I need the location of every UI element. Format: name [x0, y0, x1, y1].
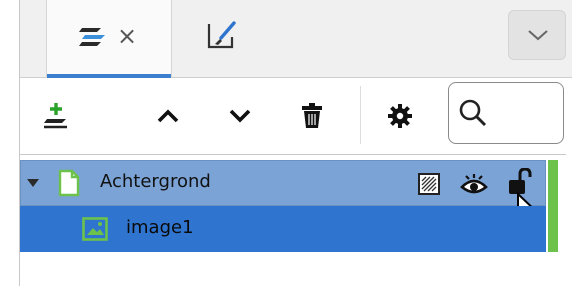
tab-menu-button[interactable] — [508, 10, 566, 60]
layer-name: Achtergrond — [100, 171, 211, 192]
panel-edge — [0, 0, 20, 286]
toolbar-separator — [360, 86, 361, 144]
move-down-button[interactable] — [220, 96, 260, 136]
layers-icon — [79, 28, 105, 46]
tab-close-button[interactable]: × — [117, 22, 137, 50]
layer-row-achtergrond[interactable]: Achtergrond — [20, 160, 546, 230]
layer-row-image1[interactable]: image1 — [20, 206, 546, 252]
add-layer-icon — [44, 103, 67, 129]
search-field[interactable] — [448, 82, 564, 144]
chevron-down-icon — [229, 109, 251, 123]
add-layer-button[interactable] — [36, 96, 76, 136]
mask-icon[interactable] — [418, 173, 440, 195]
visibility-indicator-bar — [548, 206, 558, 252]
layer-name: image1 — [126, 217, 194, 238]
expand-arrow-icon[interactable] — [26, 177, 40, 189]
gear-icon — [388, 104, 412, 128]
search-input[interactable] — [493, 99, 557, 129]
chevron-up-icon — [157, 109, 179, 123]
chevron-down-icon — [528, 30, 548, 41]
layer-list: Achtergrond image1 — [20, 154, 572, 286]
search-icon — [459, 99, 487, 127]
image-icon — [82, 217, 108, 241]
layers-panel: × Achtergrond image1 — [0, 0, 572, 286]
tab-brush[interactable] — [172, 0, 292, 78]
move-up-button[interactable] — [148, 96, 188, 136]
delete-button[interactable] — [292, 96, 332, 136]
tab-bar: × — [20, 0, 572, 78]
trash-icon — [302, 103, 322, 128]
eye-icon[interactable] — [460, 172, 488, 196]
tab-layers[interactable]: × — [46, 0, 172, 78]
settings-button[interactable] — [380, 96, 420, 136]
file-icon — [58, 169, 80, 197]
layers-toolbar — [20, 78, 572, 154]
brush-icon — [207, 21, 236, 49]
visibility-indicator-bar — [548, 160, 558, 206]
